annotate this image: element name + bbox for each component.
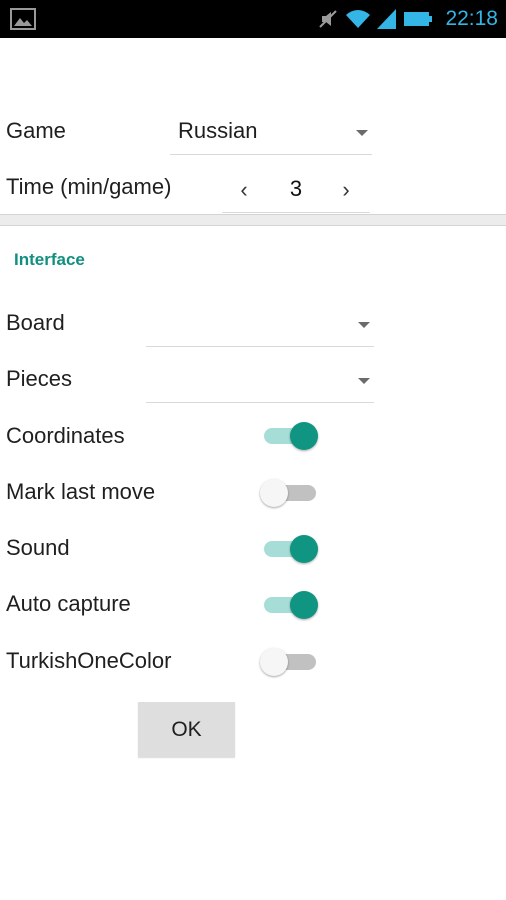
chevron-right-icon[interactable]: › bbox=[334, 176, 358, 204]
pieces-spinner[interactable] bbox=[146, 362, 374, 403]
wifi-icon bbox=[346, 10, 371, 28]
caret-down-icon bbox=[358, 322, 370, 328]
image-icon bbox=[10, 8, 36, 30]
auto-capture-label: Auto capture bbox=[6, 591, 131, 616]
battery-icon bbox=[404, 12, 433, 26]
status-bar: 22:18 bbox=[0, 0, 506, 38]
turkish-one-color-label: TurkishOneColor bbox=[6, 648, 172, 673]
interface-section-header: Interface bbox=[14, 250, 85, 269]
auto-capture-switch[interactable] bbox=[260, 589, 320, 619]
switch-thumb bbox=[290, 422, 318, 450]
sound-label: Sound bbox=[6, 535, 70, 560]
coordinates-switch[interactable] bbox=[260, 420, 320, 450]
mute-icon bbox=[319, 10, 338, 28]
game-label: Game bbox=[6, 118, 66, 143]
switch-thumb bbox=[260, 648, 288, 676]
switch-thumb bbox=[260, 479, 288, 507]
signal-icon bbox=[377, 9, 397, 29]
pieces-label: Pieces bbox=[6, 366, 73, 391]
time-label: Time (min/game) bbox=[6, 174, 172, 199]
caret-down-icon bbox=[356, 130, 368, 136]
board-spinner[interactable] bbox=[146, 306, 374, 347]
turkish-one-color-switch[interactable] bbox=[260, 646, 320, 676]
game-spinner-value: Russian bbox=[178, 118, 258, 143]
caret-down-icon bbox=[358, 378, 370, 384]
switch-thumb bbox=[290, 535, 318, 563]
mark-last-move-switch[interactable] bbox=[260, 477, 320, 507]
game-spinner[interactable]: Russian bbox=[170, 114, 372, 155]
status-time: 22:18 bbox=[445, 7, 498, 30]
sound-switch[interactable] bbox=[260, 533, 320, 563]
switch-thumb bbox=[290, 591, 318, 619]
ok-button[interactable]: OK bbox=[138, 702, 235, 757]
chevron-left-icon[interactable]: ‹ bbox=[232, 176, 256, 204]
mark-last-move-label: Mark last move bbox=[6, 479, 156, 504]
time-stepper: 3 ‹ › bbox=[222, 170, 370, 213]
board-label: Board bbox=[6, 310, 65, 335]
section-divider bbox=[0, 214, 506, 226]
coordinates-label: Coordinates bbox=[6, 423, 125, 448]
status-icons: 22:18 bbox=[317, 7, 498, 31]
